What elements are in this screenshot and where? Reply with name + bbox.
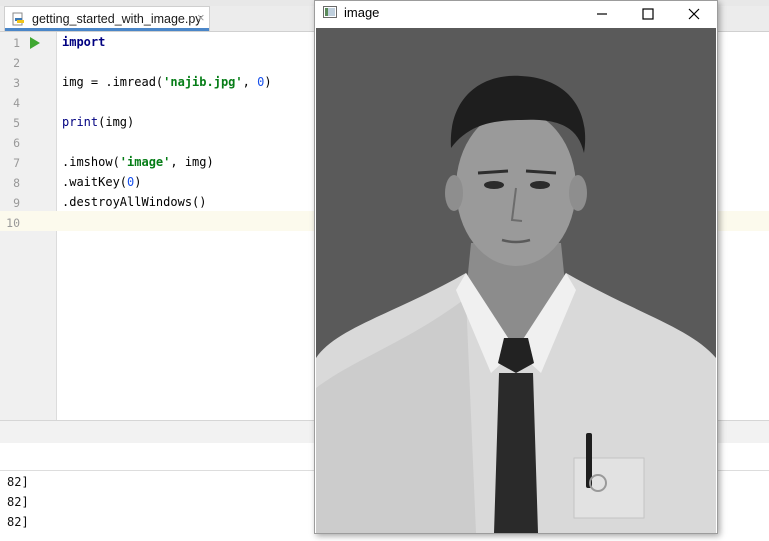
code-line: print(img)	[62, 115, 135, 129]
run-arrow-icon[interactable]	[30, 37, 40, 49]
portrait-illustration	[316, 28, 716, 533]
console-line: 82]	[7, 515, 29, 529]
code-line: import	[62, 35, 106, 49]
line-number: 9	[13, 196, 20, 210]
maximize-button[interactable]	[625, 1, 671, 27]
line-number: 3	[13, 76, 20, 90]
grayscale-portrait-image	[316, 28, 716, 533]
line-number: 2	[13, 56, 20, 70]
line-number: 6	[13, 136, 20, 150]
line-number: 1	[13, 36, 20, 50]
window-app-icon	[323, 6, 337, 18]
active-tab-indicator	[5, 28, 209, 31]
console-line: 82]	[7, 495, 29, 509]
window-title: image	[344, 5, 380, 20]
line-number: 4	[13, 96, 20, 110]
close-icon	[688, 8, 700, 20]
line-number: 7	[13, 156, 20, 170]
editor-tab[interactable]: getting_started_with_image.py ×	[4, 6, 210, 31]
console-line: 82]	[7, 475, 29, 489]
code-line: img = .imread('najib.jpg', 0)	[62, 75, 272, 89]
window-titlebar[interactable]: image	[315, 1, 717, 27]
code-line: .destroyAllWindows()	[62, 195, 207, 209]
image-window[interactable]: image	[314, 0, 718, 534]
maximize-icon	[642, 8, 654, 20]
close-button[interactable]	[671, 1, 717, 27]
line-number: 8	[13, 176, 20, 190]
tab-close-icon[interactable]: ×	[197, 10, 205, 25]
minimize-button[interactable]	[579, 1, 625, 27]
code-line: .waitKey(0)	[62, 175, 142, 189]
minimize-icon	[597, 13, 607, 15]
line-number: 10	[6, 216, 20, 230]
python-file-icon	[12, 12, 24, 26]
tab-filename: getting_started_with_image.py	[32, 12, 202, 26]
code-line: .imshow('image', img)	[62, 155, 214, 169]
line-number: 5	[13, 116, 20, 130]
